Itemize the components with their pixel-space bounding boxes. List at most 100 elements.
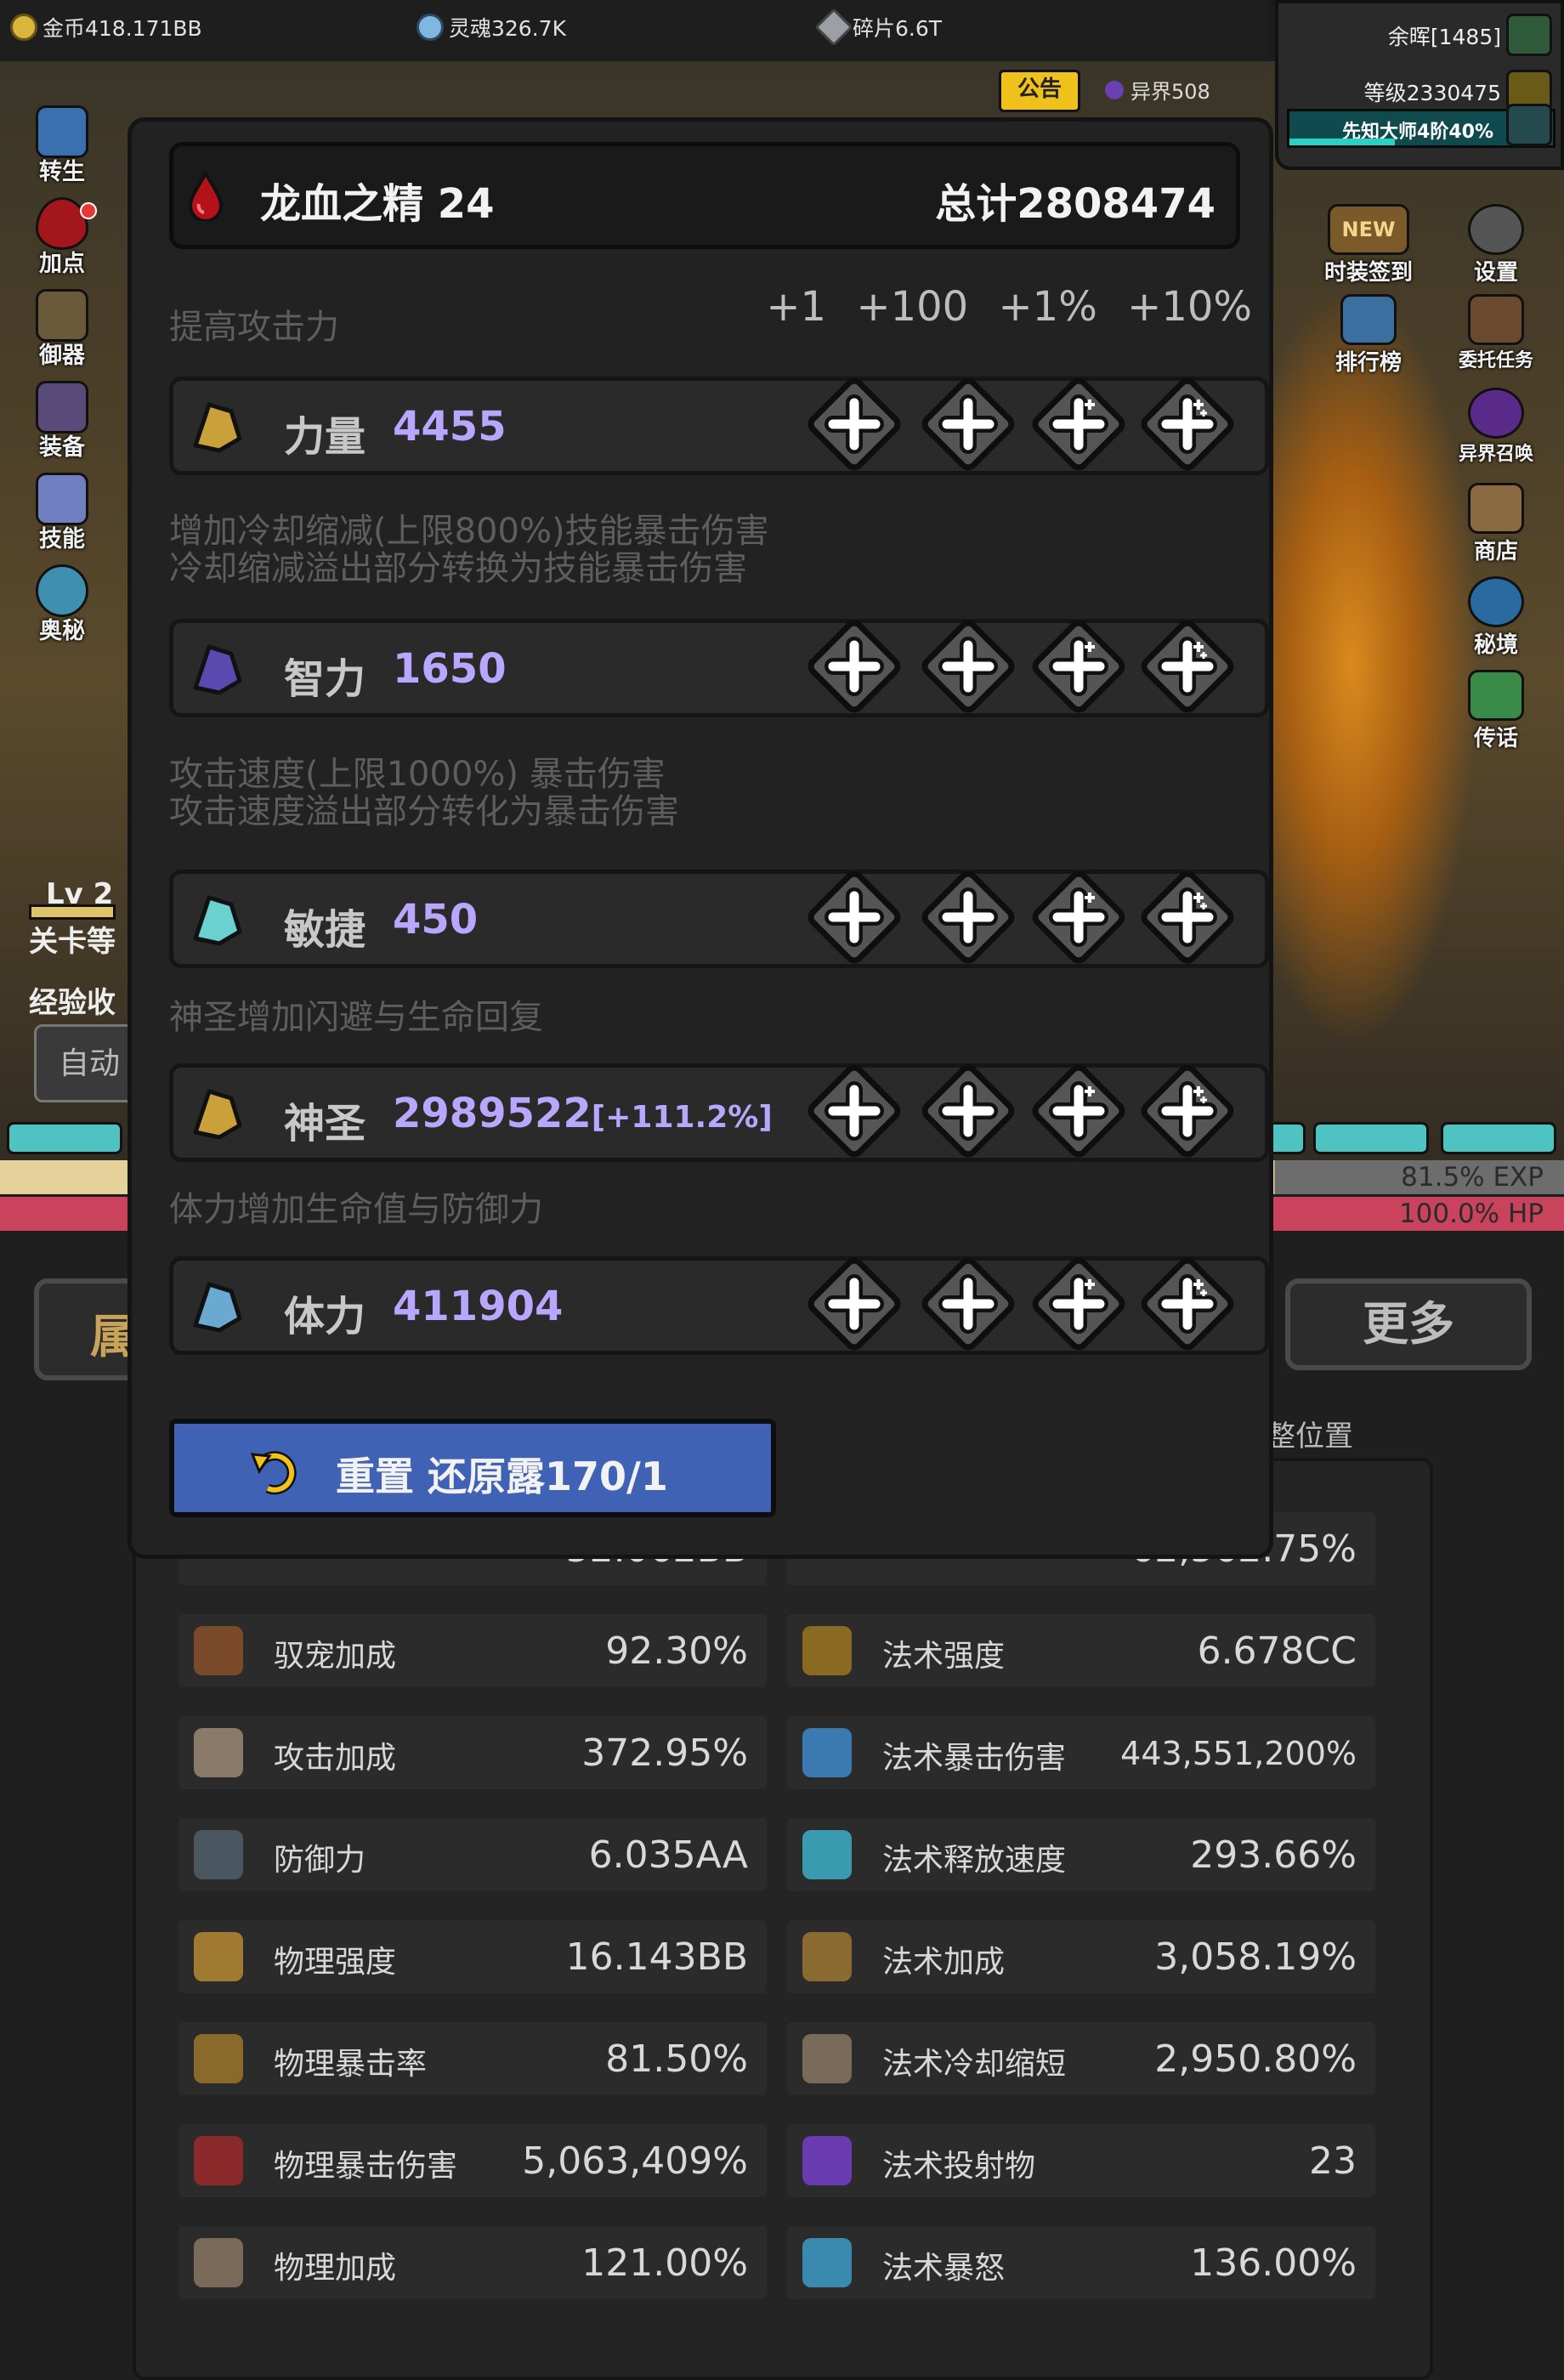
quest-button[interactable]: 委托任务 (1436, 294, 1556, 372)
stat-row-left: 物理加成 121.00% (178, 2226, 767, 2299)
chalice-icon (185, 1081, 250, 1146)
star-shield-icon (36, 381, 88, 434)
attribute-row: 神圣 2989522[+111.2%] (169, 1060, 1269, 1162)
stat-row-right: 法术加成 3,058.19% (787, 1920, 1375, 1993)
plus-1-percent-button[interactable] (1027, 372, 1130, 476)
blood-drop-icon (188, 170, 224, 221)
spear-icon (194, 1932, 243, 1981)
plus-1-button[interactable] (802, 1252, 906, 1356)
increment-labels: +1 +100 +1% +10% (766, 283, 1252, 331)
essence-total: 总计2808474 (935, 180, 1216, 228)
plus-100-button[interactable] (916, 372, 1020, 476)
attribute-name: 力量 (284, 413, 366, 461)
plus-100-button[interactable] (916, 1252, 1020, 1356)
stat-value: 6.678CC (1197, 1629, 1357, 1673)
attribute-name: 敏捷 (284, 906, 366, 954)
shield-icon (194, 1830, 243, 1879)
stat-label: 法术冷却缩短 (882, 2047, 1067, 2082)
ranking-button[interactable]: 排行榜 (1309, 294, 1428, 377)
plus-1-percent-button[interactable] (1027, 1059, 1130, 1163)
stat-value: 3,058.19% (1154, 1935, 1357, 1979)
plus-100-button[interactable] (916, 1059, 1020, 1163)
attribute-value: 450 (393, 896, 479, 944)
horn-icon (1468, 670, 1524, 721)
skills-button[interactable]: 技能 (15, 473, 109, 561)
shard-icon (814, 8, 853, 47)
attribute-row: 智力 1650 (169, 615, 1269, 717)
intelligence-description: 增加冷却缩减(上限800%)技能暴击伤害 冷却缩减溢出部分转换为技能暴击伤害 (169, 512, 769, 588)
vitality-description: 体力增加生命值与防御力 (169, 1190, 543, 1229)
add-points-button[interactable]: 加点 (15, 197, 109, 286)
purple-flame-icon (802, 2136, 852, 2185)
artifact-button[interactable]: 御器 (15, 289, 109, 377)
reset-button[interactable]: 重置 还原露170/1 (169, 1419, 776, 1517)
tab-more[interactable]: 更多 (1285, 1278, 1532, 1370)
plus-10-percent-button[interactable] (1136, 865, 1239, 969)
otherworld-counter: 异界508 (1105, 75, 1210, 105)
player-hud: 余晖[1485] 等级2330475 先知大师4阶40% (1275, 0, 1564, 170)
plus-1-percent-button[interactable] (1027, 865, 1130, 969)
crossed-swords-icon (194, 1728, 243, 1777)
crit-claw-icon (194, 2034, 243, 2083)
wind-boot-icon (185, 887, 250, 952)
stat-row-right: 法术暴怒 136.00% (787, 2226, 1375, 2299)
arcana-button[interactable]: 奥秘 (15, 564, 109, 653)
attribute-value: 2989522[+111.2%] (393, 1090, 773, 1137)
equipment-button[interactable]: 装备 (15, 381, 109, 469)
sword-up-icon (194, 2238, 243, 2287)
shop-button[interactable]: 商店 (1436, 483, 1556, 565)
plus-10-percent-button[interactable] (1136, 372, 1239, 476)
plus-10-percent-button[interactable] (1136, 1252, 1239, 1356)
stat-label: 攻击加成 (274, 1741, 397, 1776)
stat-row-right: 法术暴击伤害 443,551,200% (787, 1716, 1375, 1789)
plus-10-percent-button[interactable] (1136, 615, 1239, 718)
gold-counter: 金币418.171BB (10, 12, 202, 42)
plus-1-button[interactable] (802, 865, 906, 969)
secret-realm-button[interactable]: 秘境 (1436, 576, 1556, 659)
stat-value: 23 (1309, 2139, 1357, 2183)
plus-1-percent-button[interactable] (1027, 1252, 1130, 1356)
stat-label: 防御力 (274, 1843, 366, 1878)
attribute-name: 体力 (284, 1293, 366, 1340)
holy-description: 神圣增加闪避与生命回复 (169, 998, 543, 1037)
stat-label: 法术投射物 (882, 2149, 1036, 2184)
stat-row-right: 法术强度 6.678CC (787, 1614, 1375, 1687)
bag-icon (1468, 483, 1524, 534)
auto-button[interactable]: 自动 (34, 1024, 136, 1102)
gear-icon (1468, 204, 1524, 255)
attribute-row: 力量 4455 (169, 373, 1269, 475)
stat-label: 法术强度 (882, 1639, 1006, 1674)
stat-label: 法术暴怒 (882, 2251, 1006, 2286)
teleport-button[interactable]: 传话 (1436, 670, 1556, 752)
stats-panel: 52.062BB 62,562.75% 驭宠加成92.30%攻击加成372.95… (133, 1458, 1433, 2380)
rebirth-button[interactable]: 转生 (15, 105, 109, 194)
stat-label: 法术暴击伤害 (882, 1741, 1067, 1776)
stat-row-left: 物理暴击伤害 5,063,409% (178, 2124, 767, 2197)
plus-100-button[interactable] (916, 865, 1020, 969)
settings-button[interactable]: 设置 (1436, 204, 1556, 286)
attribute-name: 智力 (284, 655, 366, 703)
fashion-signin-button[interactable]: NEW 时装签到 (1309, 204, 1428, 286)
resource-bar: 金币418.171BB 灵魂326.7K 碎片6.6T (0, 0, 1266, 64)
plus-10-percent-button[interactable] (1136, 1059, 1239, 1163)
stat-row-left: 攻击加成 372.95% (178, 1716, 767, 1789)
stat-value: 6.035AA (588, 1833, 748, 1877)
soul-icon (416, 14, 444, 41)
plus-1-percent-button[interactable] (1027, 615, 1130, 718)
stat-value: 5,063,409% (522, 2139, 748, 2183)
notice-button[interactable]: 公告 (999, 70, 1080, 112)
stat-label: 物理暴击伤害 (274, 2149, 458, 2184)
quest-scroll-icon (1468, 294, 1524, 345)
stat-label: 物理强度 (274, 1945, 397, 1980)
plus-1-button[interactable] (802, 372, 906, 476)
gold-coin-icon (10, 14, 37, 41)
undo-arrow-icon (250, 1451, 297, 1495)
stat-label: 物理暴击率 (274, 2047, 428, 2082)
sword-icon (36, 289, 88, 342)
adjust-position-link[interactable]: 整位置 (1266, 1413, 1353, 1454)
summon-button[interactable]: 异界召唤 (1436, 388, 1556, 466)
attribute-value: 4455 (393, 403, 507, 450)
plus-1-button[interactable] (802, 1059, 906, 1163)
plus-100-button[interactable] (916, 615, 1020, 718)
plus-1-button[interactable] (802, 615, 906, 718)
